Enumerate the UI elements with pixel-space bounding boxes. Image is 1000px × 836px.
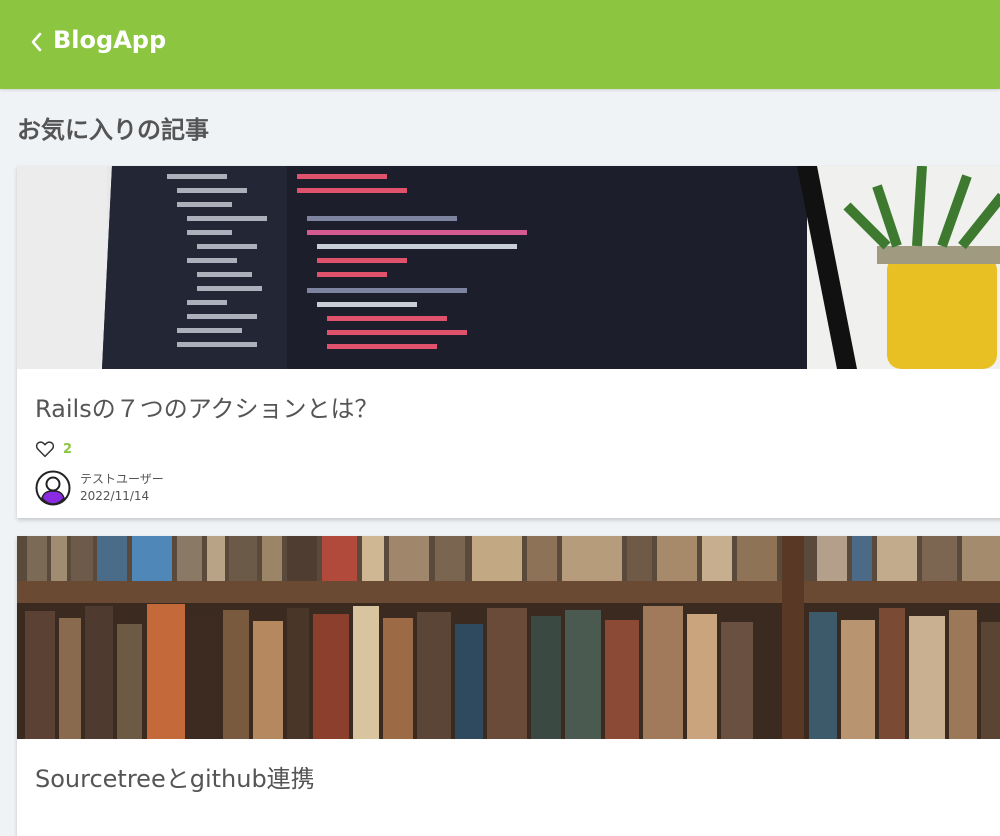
bookshelf-image[interactable]	[17, 536, 1000, 739]
heart-icon[interactable]	[35, 440, 55, 458]
chevron-left-icon[interactable]	[28, 30, 44, 54]
like-count: 2	[63, 441, 73, 457]
post-title[interactable]: Sourcetreeとgithub連携	[35, 759, 1000, 794]
post-card[interactable]: Sourcetreeとgithub連携	[17, 536, 1000, 836]
author-info: テストユーザー 2022/11/14	[35, 470, 1000, 506]
page-title: お気に入りの記事	[17, 116, 209, 144]
app-header: BlogApp	[0, 0, 1000, 89]
like-section: 2	[35, 440, 1000, 458]
post-card[interactable]: Railsの７つのアクションとは？ 2 テストユーザー 2022/11/14	[17, 166, 1000, 518]
author-name: テストユーザー	[80, 472, 164, 486]
app-title[interactable]: BlogApp	[53, 26, 166, 54]
post-title[interactable]: Railsの７つのアクションとは？	[35, 389, 1000, 424]
avatar[interactable]	[35, 470, 71, 506]
post-date: 2022/11/14	[80, 489, 150, 503]
code-editor-laptop-image[interactable]	[17, 166, 1000, 369]
